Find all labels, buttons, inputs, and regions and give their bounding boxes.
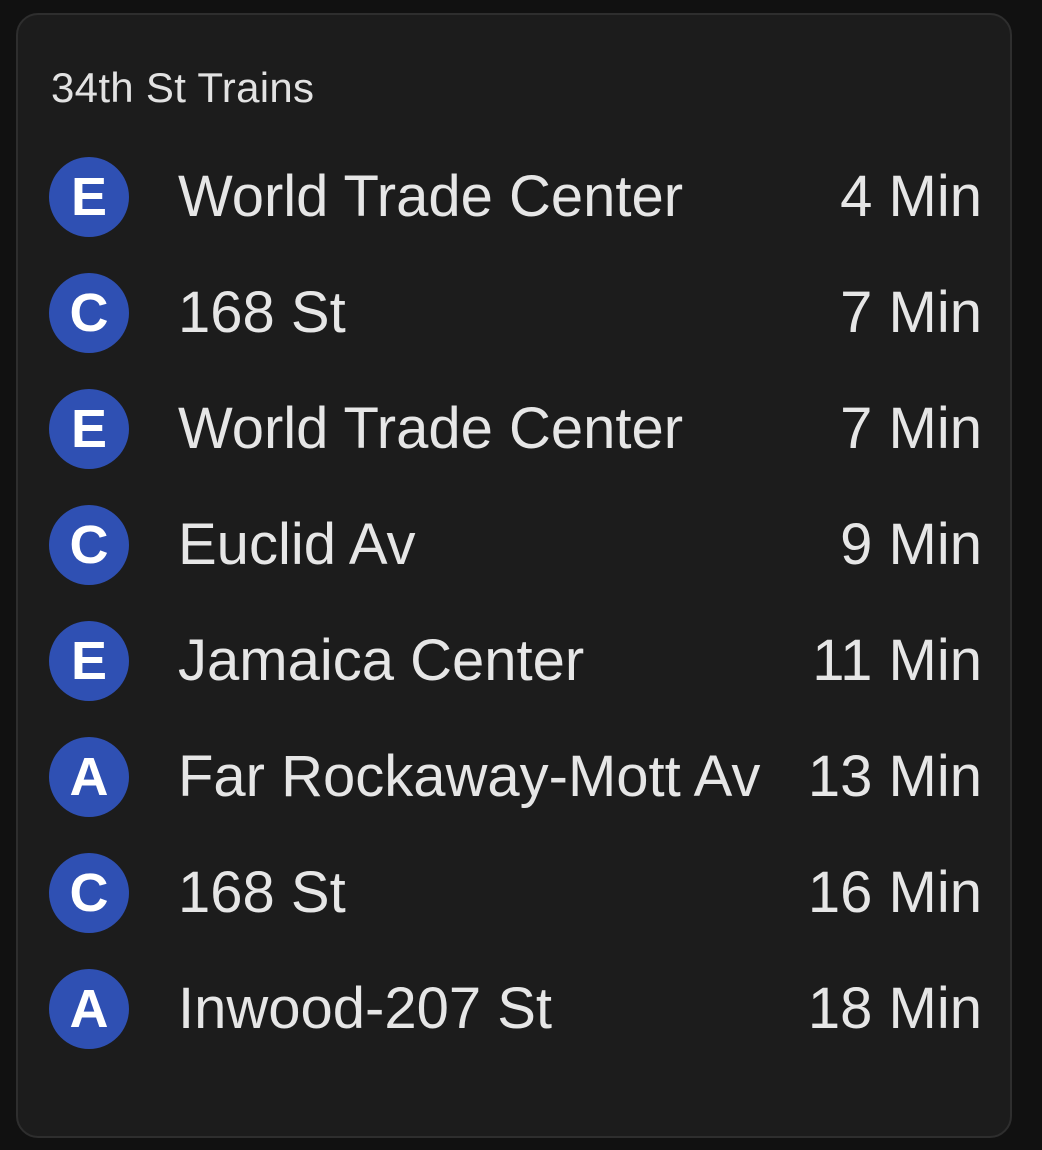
departure-list: E World Trade Center 4 Min C 168 St 7 Mi… [49, 139, 982, 1067]
departure-row: A Inwood-207 St 18 Min [49, 951, 982, 1067]
destination-label: World Trade Center [178, 396, 684, 461]
destination-label: World Trade Center [178, 164, 684, 229]
eta-label: 18 Min [807, 976, 982, 1041]
eta-label: 7 Min [840, 396, 982, 461]
line-badge-icon: E [49, 157, 129, 237]
eta-label: 9 Min [840, 512, 982, 577]
line-badge-icon: C [49, 853, 129, 933]
line-badge-icon: A [49, 737, 129, 817]
destination-label: Inwood-207 St [178, 976, 553, 1041]
departure-row: E World Trade Center 4 Min [49, 139, 982, 255]
departure-row: C 168 St 7 Min [49, 255, 982, 371]
departure-row: C Euclid Av 9 Min [49, 487, 982, 603]
departure-row: E World Trade Center 7 Min [49, 371, 982, 487]
destination-label: 168 St [178, 280, 346, 345]
departure-row: A Far Rockaway-Mott Av 13 Min [49, 719, 982, 835]
line-badge-icon: E [49, 389, 129, 469]
train-departures-card: 34th St Trains E World Trade Center 4 Mi… [16, 13, 1012, 1138]
eta-label: 13 Min [807, 744, 982, 809]
eta-label: 7 Min [840, 280, 982, 345]
destination-label: Far Rockaway-Mott Av [178, 744, 761, 809]
destination-label: Jamaica Center [178, 628, 585, 693]
departure-row: C 168 St 16 Min [49, 835, 982, 951]
eta-label: 11 Min [812, 628, 982, 693]
line-badge-icon: C [49, 505, 129, 585]
destination-label: 168 St [178, 860, 346, 925]
line-badge-icon: C [49, 273, 129, 353]
card-title: 34th St Trains [51, 64, 315, 111]
line-badge-icon: E [49, 621, 129, 701]
eta-label: 16 Min [807, 860, 982, 925]
line-badge-icon: A [49, 969, 129, 1049]
departure-row: E Jamaica Center 11 Min [49, 603, 982, 719]
eta-label: 4 Min [840, 164, 982, 229]
destination-label: Euclid Av [178, 512, 416, 577]
